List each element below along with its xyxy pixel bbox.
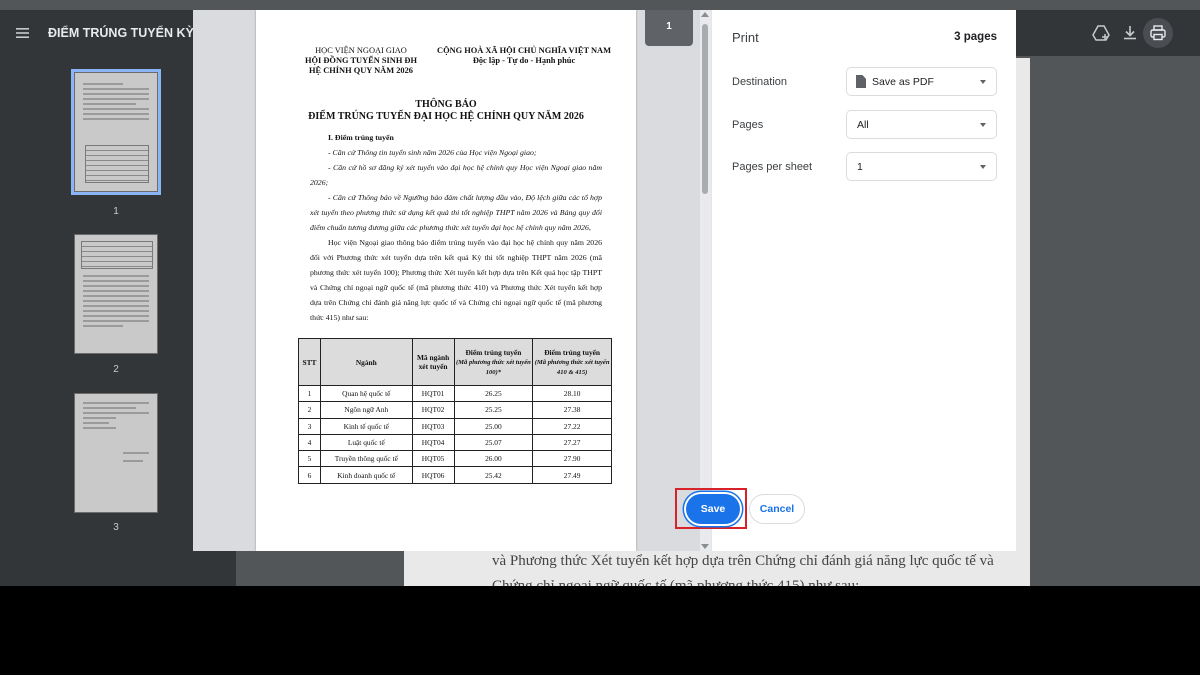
table-cell-stt: 6 [298, 466, 321, 484]
preview-page: HỌC VIỆN NGOẠI GIAO HỘI ĐỒNG TUYỂN SINH … [256, 10, 636, 551]
page-number-badge: 1 [645, 10, 693, 46]
document-title: THÔNG BÁO ĐIỂM TRÚNG TUYỂN ĐẠI HỌC HỆ CH… [308, 99, 584, 122]
scroll-up-icon[interactable] [701, 12, 709, 17]
column-header-nganh: Ngành [319, 338, 413, 386]
table-cell-stt: 1 [298, 384, 321, 403]
column-header-stt: STT [298, 338, 321, 386]
thumbnail-page-2[interactable] [74, 234, 158, 354]
thumbnail-page-1[interactable] [71, 69, 161, 195]
table-cell-nganh: Kinh doanh quốc tế [319, 466, 413, 484]
scrollbar-thumb[interactable] [702, 24, 708, 194]
admission-scores-table: STT Ngành Mã ngành xét tuyển Điểm trúng … [298, 338, 612, 484]
pages-per-sheet-value: 1 [857, 161, 863, 173]
table-row: 1 Quan hệ quốc tế HQT01 26.25 28.10 [298, 384, 612, 403]
page-count: 3 pages [954, 31, 997, 43]
scroll-down-icon[interactable] [701, 544, 709, 549]
table-cell-ma: HQT02 [411, 401, 455, 419]
table-cell-ma: HQT06 [411, 466, 455, 484]
table-row: 4 Luật quốc tế HQT04 25.07 27.27 [298, 433, 612, 452]
pages-per-sheet-select[interactable]: 1 [846, 152, 997, 181]
table-cell-ma: HQT01 [411, 384, 455, 403]
print-settings-panel: Print 3 pages Destination Save as PDF Pa… [711, 10, 1016, 551]
preview-scrollbar[interactable] [700, 10, 711, 551]
table-cell-d1: 25.00 [453, 417, 534, 435]
table-cell-d2: 28.10 [532, 384, 612, 403]
download-icon[interactable] [1120, 23, 1140, 43]
chevron-down-icon [980, 80, 986, 84]
thumbnail-number: 2 [113, 364, 119, 375]
table-cell-stt: 5 [298, 450, 321, 468]
table-cell-d2: 27.49 [532, 466, 612, 484]
thumbnail-number: 1 [113, 206, 119, 217]
table-cell-d1: 26.00 [453, 450, 534, 468]
print-preview: HỌC VIỆN NGOẠI GIAO HỘI ĐỒNG TUYỂN SINH … [193, 10, 711, 551]
table-row: 3 Kinh tế quốc tế HQT03 25.00 27.22 [298, 417, 612, 435]
print-button[interactable] [1143, 18, 1173, 48]
table-cell-nganh: Truyền thông quốc tế [319, 450, 413, 468]
column-header-diem-100: Điểm trúng tuyển (Mã phương thức xét tuyể… [453, 338, 534, 386]
print-dialog: HỌC VIỆN NGOẠI GIAO HỘI ĐỒNG TUYỂN SINH … [193, 10, 1016, 551]
document-icon [856, 75, 866, 88]
table-cell-d2: 27.27 [532, 433, 612, 452]
print-title: Print [732, 30, 759, 45]
table-cell-ma: HQT04 [411, 433, 455, 452]
pages-per-sheet-label: Pages per sheet [732, 161, 813, 173]
table-cell-d1: 25.25 [453, 401, 534, 419]
thumbnail-number: 3 [113, 522, 119, 533]
destination-select[interactable]: Save as PDF [846, 67, 997, 96]
destination-label: Destination [732, 76, 788, 88]
pages-label: Pages [732, 119, 764, 131]
table-cell-stt: 3 [298, 417, 321, 435]
table-header-row: STT Ngành Mã ngành xét tuyển Điểm trúng … [298, 338, 612, 386]
pages-value: All [857, 119, 869, 131]
document-text: và Phương thức Xét tuyển kết hợp dựa trê… [492, 553, 994, 569]
table-cell-ma: HQT05 [411, 450, 455, 468]
table-cell-d1: 26.25 [453, 384, 534, 403]
destination-value: Save as PDF [872, 76, 934, 88]
document-body: I. Điểm trúng tuyển - Căn cứ Thông tin t… [310, 133, 602, 322]
column-header-diem-410-415: Điểm trúng tuyển (Mã phương thức xét tuyể… [532, 338, 612, 386]
table-cell-d1: 25.42 [453, 466, 534, 484]
table-row: 2 Ngôn ngữ Anh HQT02 25.25 27.38 [298, 401, 612, 419]
document-right-header: CỘNG HOÀ XÃ HỘI CHỦ NGHĨA VIỆT NAM Độc l… [437, 46, 611, 65]
column-header-ma: Mã ngành xét tuyển [411, 338, 455, 386]
table-cell-d2: 27.22 [532, 417, 612, 435]
table-cell-d1: 25.07 [453, 433, 534, 452]
chevron-down-icon [980, 123, 986, 127]
save-button[interactable]: Save [686, 494, 740, 524]
table-cell-nganh: Quan hệ quốc tế [319, 384, 413, 403]
document-text: Chứng chỉ ngoại ngữ quốc tế (mã phương t… [492, 578, 860, 586]
menu-icon[interactable] [14, 24, 32, 42]
thumbnail-page-3[interactable] [74, 393, 158, 513]
document-left-header: HỌC VIỆN NGOẠI GIAO HỘI ĐỒNG TUYỂN SINH … [305, 46, 417, 75]
print-icon [1150, 25, 1166, 41]
table-cell-nganh: Kinh tế quốc tế [319, 417, 413, 435]
table-row: 5 Truyền thông quốc tế HQT05 26.00 27.90 [298, 450, 612, 468]
chevron-down-icon [980, 165, 986, 169]
table-row: 6 Kinh doanh quốc tế HQT06 25.42 27.49 [298, 466, 612, 484]
cancel-button[interactable]: Cancel [749, 494, 805, 524]
table-cell-nganh: Ngôn ngữ Anh [319, 401, 413, 419]
drive-icon[interactable] [1091, 23, 1111, 43]
pages-select[interactable]: All [846, 110, 997, 139]
table-cell-ma: HQT03 [411, 417, 455, 435]
table-cell-stt: 4 [298, 433, 321, 452]
table-cell-stt: 2 [298, 401, 321, 419]
table-cell-nganh: Luật quốc tế [319, 433, 413, 452]
table-cell-d2: 27.90 [532, 450, 612, 468]
table-cell-d2: 27.38 [532, 401, 612, 419]
